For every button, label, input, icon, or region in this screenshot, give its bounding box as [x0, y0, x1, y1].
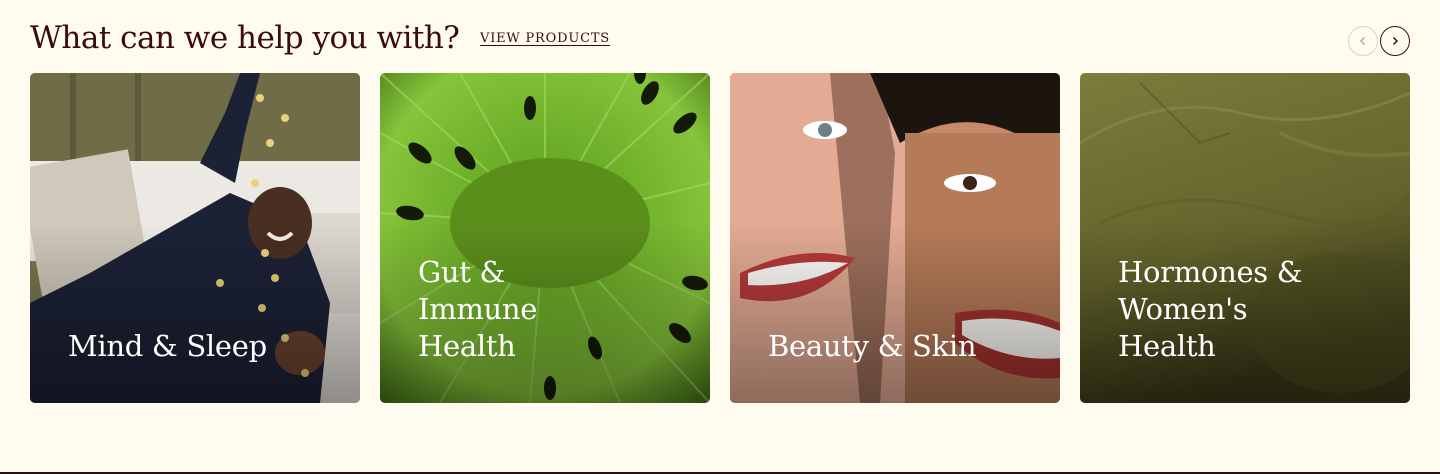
chevron-left-icon — [1358, 36, 1368, 46]
carousel-prev-button[interactable] — [1348, 26, 1378, 56]
category-label: Gut & Immune Health — [418, 255, 538, 363]
category-label: Beauty & Skin — [768, 329, 977, 363]
chevron-right-icon — [1390, 36, 1400, 46]
category-card-beauty-skin[interactable]: Beauty & Skin — [730, 73, 1060, 403]
category-label: Mind & Sleep — [68, 329, 267, 363]
category-card-gut-immune[interactable]: Gut & Immune Health — [380, 73, 710, 403]
category-card-mind-sleep[interactable]: Mind & Sleep — [30, 73, 360, 403]
category-carousel: Mind & Sleep Gut & Immune Health Beauty … — [30, 73, 1410, 403]
view-products-link[interactable]: VIEW PRODUCTS — [480, 31, 610, 46]
carousel-next-button[interactable] — [1380, 26, 1410, 56]
section-header: What can we help you with? VIEW PRODUCTS — [30, 18, 1410, 68]
section-title: What can we help you with? — [30, 20, 460, 56]
category-label: Hormones & Women's Health — [1118, 255, 1303, 363]
category-card-hormones-womens-health[interactable]: Hormones & Women's Health — [1080, 73, 1410, 403]
